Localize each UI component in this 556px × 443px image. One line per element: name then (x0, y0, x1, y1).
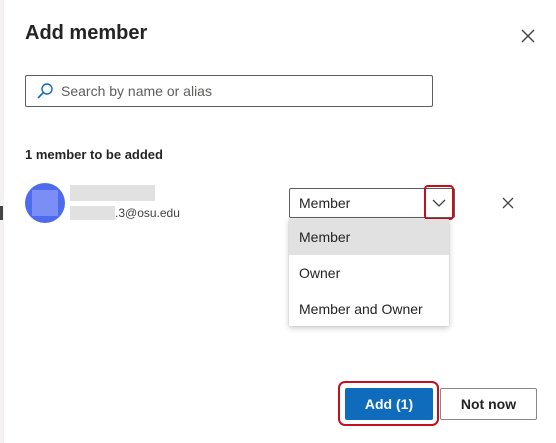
role-dropdown-toggle[interactable] (424, 185, 454, 220)
members-count-label: 1 member to be added (25, 147, 163, 162)
role-dropdown-menu: Member Owner Member and Owner (289, 219, 449, 326)
dialog-title: Add member (25, 22, 148, 44)
role-option-member[interactable]: Member (289, 219, 449, 255)
remove-member-icon (502, 197, 514, 209)
chevron-down-icon (432, 199, 446, 207)
avatar (25, 183, 65, 223)
role-option-owner[interactable]: Owner (289, 255, 449, 291)
background-edge (0, 0, 4, 443)
member-name-redacted (70, 185, 155, 201)
member-email-redacted (70, 206, 115, 220)
avatar-redacted (32, 190, 58, 216)
add-button[interactable]: Add (1) (345, 388, 433, 420)
search-icon (36, 82, 54, 100)
add-member-dialog: Add member Search by name or alias 1 mem… (0, 0, 556, 443)
close-button[interactable] (516, 24, 540, 48)
member-email-suffix: .3@osu.edu (115, 206, 180, 220)
background-edge-mark (0, 206, 3, 220)
search-placeholder: Search by name or alias (61, 83, 212, 99)
close-icon (521, 29, 535, 43)
remove-member-button[interactable] (497, 192, 519, 214)
search-input[interactable]: Search by name or alias (25, 75, 433, 107)
role-select-value: Member (299, 195, 351, 211)
member-email: .3@osu.edu (70, 205, 180, 221)
not-now-button[interactable]: Not now (440, 388, 537, 420)
role-option-member-and-owner[interactable]: Member and Owner (289, 291, 449, 327)
